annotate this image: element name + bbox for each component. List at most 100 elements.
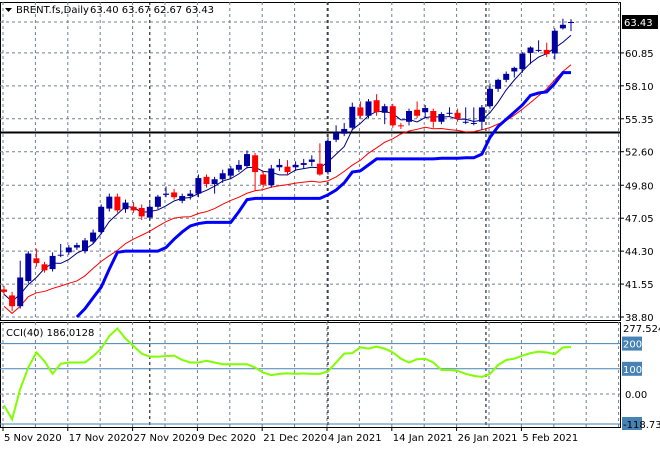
candle-body <box>454 112 461 119</box>
candle-body <box>519 53 526 70</box>
candle-body <box>357 107 364 116</box>
price-axis-label: 41.55 <box>625 280 654 291</box>
candle-body <box>17 277 24 307</box>
cci-level-label: 100 <box>623 365 642 376</box>
candle-body <box>187 193 194 197</box>
candle-body <box>470 122 477 124</box>
time-axis-label: 14 Jan 2021 <box>393 433 453 444</box>
candle-body <box>211 179 218 185</box>
candle-body <box>397 125 404 127</box>
time-axis-label: 27 Nov 2020 <box>134 433 198 444</box>
candle-body <box>349 106 356 128</box>
candle-body <box>195 178 202 194</box>
candle-body <box>41 264 48 271</box>
candle-body <box>341 128 348 134</box>
price-axis-label: 52.60 <box>625 148 654 159</box>
price-axis-label: 58.10 <box>625 82 654 93</box>
candle-body <box>511 67 518 72</box>
candle-body <box>25 253 32 282</box>
time-axis-label: 26 Jan 2021 <box>458 433 518 444</box>
candle-body <box>146 206 153 218</box>
candle-body <box>308 159 315 162</box>
candle-body <box>568 22 574 23</box>
cci-indicator-label: CCI(40) 186.0128 <box>6 328 94 339</box>
candle[interactable] <box>389 103 396 128</box>
candle-body <box>495 79 502 89</box>
time-axis-label: 5 Nov 2020 <box>4 433 62 444</box>
candle-body <box>422 107 429 113</box>
candle-body <box>154 196 161 207</box>
price-axis-label: 49.80 <box>625 181 654 192</box>
candle-body <box>1 289 7 292</box>
candle-body <box>98 206 105 232</box>
candle-body <box>373 100 380 113</box>
candle-body <box>244 154 250 167</box>
time-axis-label: 21 Dec 2020 <box>263 433 327 444</box>
candle-body <box>219 173 226 180</box>
price-axis-label: 44.30 <box>625 247 654 258</box>
price-axis-label: 55.35 <box>625 115 654 126</box>
candle-body <box>90 232 97 242</box>
candle-body <box>503 73 510 80</box>
candle-body <box>252 155 259 173</box>
candle-body <box>227 168 234 176</box>
candle-body <box>9 295 16 307</box>
candle-body <box>203 176 210 185</box>
candle-body <box>527 47 534 53</box>
symbol-label: BRENT.fs,Daily <box>16 5 89 16</box>
candle[interactable] <box>98 204 105 235</box>
candle-body <box>179 196 186 201</box>
candle-body <box>438 113 445 122</box>
candle-body <box>82 240 88 252</box>
candle-body <box>235 164 242 170</box>
candle-body <box>49 255 56 270</box>
candle-body <box>446 112 453 114</box>
trading-chart[interactable]: 60.85 58.10 55.35 52.60 49.80 47.05 44.30 41.55… <box>0 0 660 450</box>
time-axis-label: 9 Dec 2020 <box>198 433 256 444</box>
candle-body <box>163 193 169 195</box>
candle-body <box>487 88 493 107</box>
cci-min-label: -118.737 <box>623 420 660 431</box>
candle-body <box>430 110 437 122</box>
candle-body <box>106 196 113 209</box>
candle-body <box>381 106 388 113</box>
candle-body <box>114 196 121 211</box>
price-axis-label: 60.85 <box>625 49 654 60</box>
candle-body <box>292 164 299 168</box>
candle[interactable] <box>325 137 331 175</box>
candle-body <box>73 245 80 248</box>
cci-zero-label: 0.00 <box>625 390 647 401</box>
candle-body <box>33 258 40 264</box>
candle-body <box>365 101 372 116</box>
current-price-label: 63.43 <box>624 18 653 29</box>
time-axis-label: 17 Nov 2020 <box>69 433 133 444</box>
candle-body <box>333 132 340 140</box>
ohlc-values: 63.40 63.67 62.67 63.43 <box>90 5 214 16</box>
cci-level-label: 200 <box>623 340 642 351</box>
candle-body <box>260 174 267 185</box>
candle[interactable] <box>365 99 372 119</box>
time-axis-label: 5 Feb 2021 <box>522 433 578 444</box>
candle-body <box>551 30 558 54</box>
candle-body <box>389 106 396 126</box>
candle-body <box>316 163 323 175</box>
candle-body <box>138 208 145 217</box>
time-axis-label: 4 Jan 2021 <box>328 433 382 444</box>
candle-body <box>535 49 542 51</box>
candle-body <box>171 192 178 198</box>
candle-body <box>559 24 566 29</box>
candle-body <box>414 109 421 116</box>
candle-body <box>268 168 275 186</box>
candle-body <box>478 107 485 122</box>
candle[interactable] <box>25 251 32 284</box>
candle-body <box>57 254 64 256</box>
candle-body <box>276 164 283 168</box>
cci-max-label: 277.5241 <box>623 324 660 335</box>
price-axis-label: 47.05 <box>625 214 654 225</box>
candle-body <box>65 247 72 253</box>
candle-body <box>300 163 307 165</box>
candle-body <box>325 140 331 173</box>
candle-body <box>543 49 550 55</box>
candle-body <box>284 166 291 173</box>
candle-body <box>130 206 137 211</box>
